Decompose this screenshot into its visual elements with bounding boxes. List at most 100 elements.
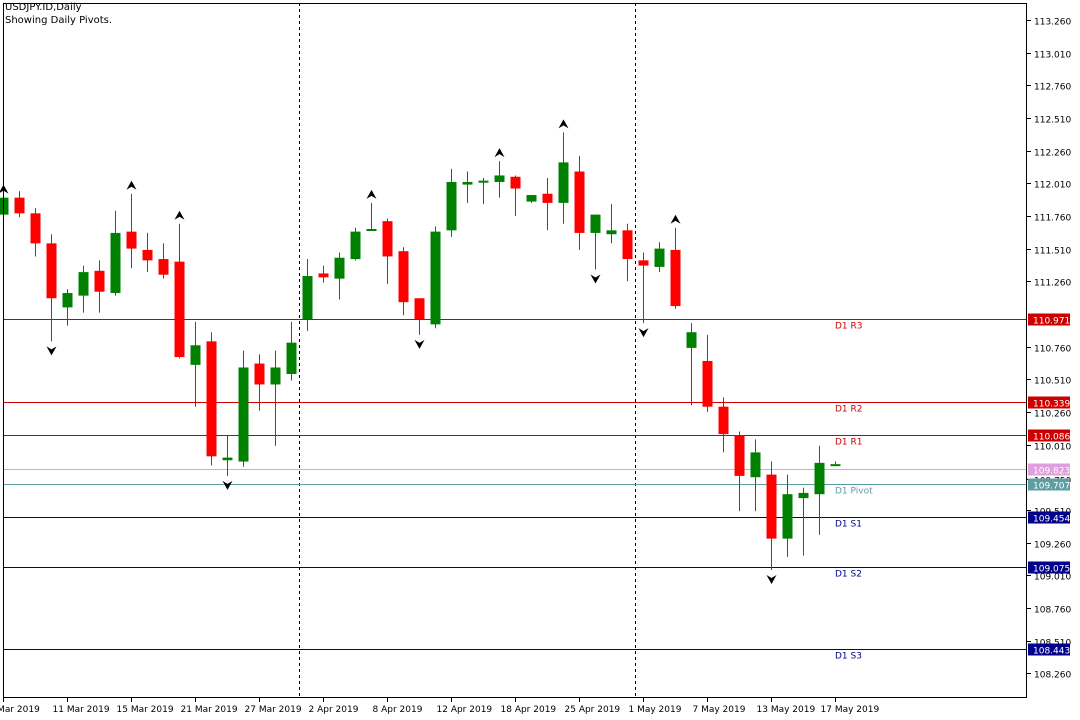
candle-body bbox=[174, 261, 185, 358]
x-tick-label: 11 Mar 2019 bbox=[53, 705, 110, 715]
candle-body bbox=[110, 232, 121, 294]
fractal-down-icon bbox=[590, 274, 601, 284]
candle-body bbox=[606, 230, 617, 235]
y-tick-label: 111.760 bbox=[1034, 214, 1071, 224]
candle-body bbox=[830, 464, 841, 467]
price-tag-label: 110.971 bbox=[1033, 317, 1070, 327]
candle-body bbox=[798, 492, 809, 499]
candle-body bbox=[638, 260, 649, 266]
price-tag-label: 109.707 bbox=[1033, 482, 1070, 492]
y-tick-label: 110.510 bbox=[1034, 377, 1071, 387]
x-tick-label: 18 Apr 2019 bbox=[501, 705, 557, 715]
chart-frame bbox=[3, 3, 1027, 698]
candle-body bbox=[814, 462, 825, 495]
price-tag-label: 110.086 bbox=[1033, 433, 1070, 443]
y-tick-label: 112.010 bbox=[1034, 181, 1071, 191]
price-tag-label: 109.454 bbox=[1033, 515, 1070, 525]
price-tag-label: 109.075 bbox=[1033, 565, 1070, 575]
candle-body bbox=[654, 248, 665, 267]
fractal-down-icon bbox=[766, 574, 777, 584]
candle-body bbox=[78, 272, 89, 296]
bid-price-label: 109.823 bbox=[1033, 467, 1070, 477]
candle-body bbox=[302, 276, 313, 320]
candle-body bbox=[350, 231, 361, 260]
candle-body bbox=[670, 249, 681, 307]
candle-body bbox=[494, 175, 505, 182]
y-tick-label: 108.260 bbox=[1034, 671, 1071, 681]
period-separators bbox=[299, 3, 636, 698]
y-tick-label: 111.510 bbox=[1034, 247, 1071, 257]
pivot-line-label: D1 Pivot bbox=[835, 487, 873, 497]
candles bbox=[0, 132, 841, 570]
candle-body bbox=[766, 474, 777, 539]
x-tick-label: 5 Mar 2019 bbox=[0, 705, 40, 715]
price-chart[interactable]: D1 R3 D1 R2 D1 R1 D1 Pivot D1 S1 D1 S2 D1 S3 1… bbox=[0, 0, 1080, 720]
y-tick-label: 112.260 bbox=[1034, 149, 1071, 159]
candle-body bbox=[446, 181, 457, 231]
candle-body bbox=[254, 363, 265, 385]
candle-body bbox=[414, 298, 425, 320]
candle-body bbox=[366, 229, 377, 232]
candle-body bbox=[686, 332, 697, 348]
y-tick-label: 112.760 bbox=[1034, 83, 1071, 93]
candle-body bbox=[62, 293, 73, 308]
time-axis: 5 Mar 2019 11 Mar 2019 15 Mar 2019 21 Mar 2… bbox=[0, 698, 879, 715]
pivot-line-label: D1 S2 bbox=[835, 570, 862, 580]
candle-body bbox=[782, 494, 793, 539]
fractal-down-icon bbox=[46, 346, 57, 356]
candle-body bbox=[718, 406, 729, 435]
x-tick-label: 13 May 2019 bbox=[757, 705, 816, 715]
candle-body bbox=[526, 195, 537, 202]
fractal-up-icon bbox=[0, 184, 9, 194]
pivot-line-label: D1 R2 bbox=[835, 405, 863, 415]
x-tick-label: 15 Mar 2019 bbox=[117, 705, 174, 715]
fractal-up-icon bbox=[126, 180, 137, 190]
candle-body bbox=[334, 257, 345, 279]
candle-body bbox=[158, 259, 169, 275]
candle-body bbox=[574, 171, 585, 233]
candle-body bbox=[542, 193, 553, 203]
candle-body bbox=[286, 342, 297, 375]
y-tick-label: 110.760 bbox=[1034, 345, 1071, 355]
candle-body bbox=[398, 251, 409, 303]
candle-body bbox=[14, 197, 25, 214]
y-tick-label: 112.510 bbox=[1034, 116, 1071, 126]
candle-body bbox=[702, 360, 713, 407]
candle-body bbox=[318, 273, 329, 278]
x-tick-label: 17 May 2019 bbox=[821, 705, 880, 715]
fractal-up-icon bbox=[494, 148, 505, 158]
candle-body bbox=[510, 176, 521, 189]
x-tick-label: 2 Apr 2019 bbox=[309, 705, 359, 715]
y-tick-label: 113.260 bbox=[1034, 18, 1071, 28]
candle-body bbox=[478, 180, 489, 183]
x-tick-label: 25 Apr 2019 bbox=[565, 705, 621, 715]
fractal-markers bbox=[0, 119, 777, 584]
candle-body bbox=[590, 214, 601, 233]
x-tick-label: 21 Mar 2019 bbox=[181, 705, 238, 715]
y-tick-label: 113.010 bbox=[1034, 51, 1071, 61]
y-tick-label: 111.260 bbox=[1034, 279, 1071, 289]
candle-body bbox=[382, 221, 393, 257]
price-tag-label: 110.339 bbox=[1033, 400, 1070, 410]
candle-body bbox=[430, 231, 441, 325]
x-tick-label: 8 Apr 2019 bbox=[373, 705, 423, 715]
plot-border bbox=[3, 3, 1027, 698]
fractal-down-icon bbox=[222, 480, 233, 490]
candle-body bbox=[46, 243, 57, 299]
candle-body bbox=[190, 345, 201, 365]
fractal-up-icon bbox=[558, 119, 569, 129]
candle-body bbox=[558, 162, 569, 203]
y-tick-label: 110.260 bbox=[1034, 410, 1071, 420]
pivot-line-label: D1 S3 bbox=[835, 652, 862, 662]
price-tag-label: 108.443 bbox=[1033, 647, 1070, 657]
candle-body bbox=[238, 367, 249, 462]
candle-body bbox=[126, 231, 137, 249]
x-tick-label: 27 Mar 2019 bbox=[245, 705, 302, 715]
candle-body bbox=[142, 249, 153, 261]
y-tick-label: 109.260 bbox=[1034, 541, 1071, 551]
pivot-line-label: D1 R3 bbox=[835, 322, 863, 332]
x-tick-label: 1 May 2019 bbox=[629, 705, 682, 715]
price-axis: 113.260 113.010 112.760 112.510 112.260 112.0… bbox=[1027, 18, 1071, 681]
candle-body bbox=[222, 457, 233, 461]
candle-body bbox=[750, 452, 761, 478]
